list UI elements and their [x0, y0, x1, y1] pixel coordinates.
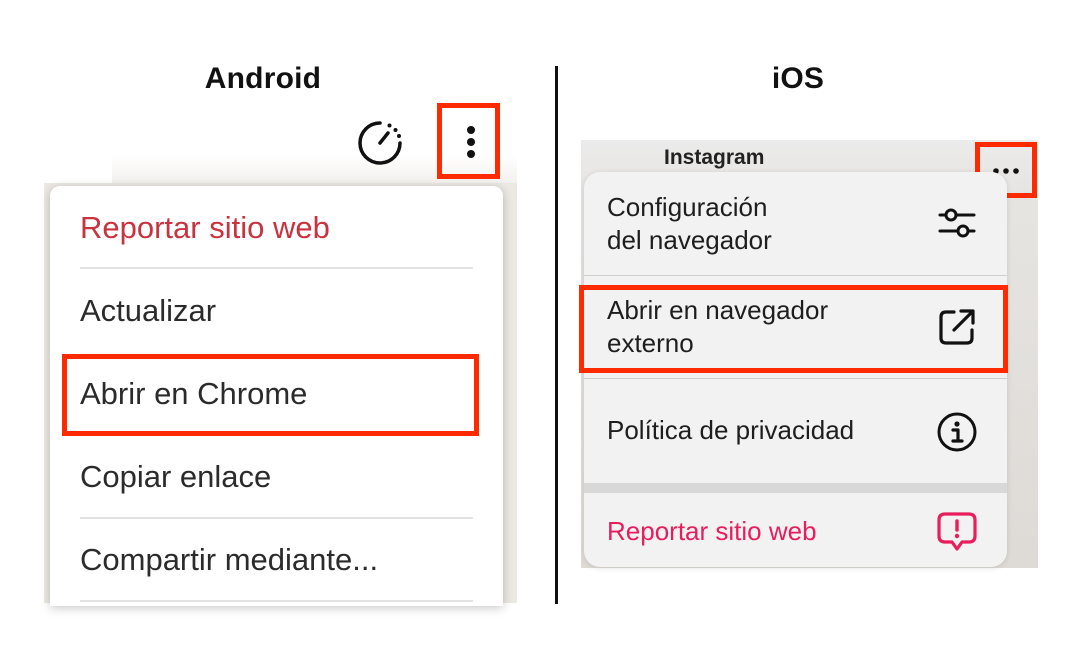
menu-item-share-via[interactable]: Compartir mediante... — [80, 540, 378, 580]
open-external-highlight — [579, 285, 1008, 373]
ios-header-title: Instagram — [664, 146, 765, 169]
android-title: Android — [204, 62, 322, 95]
menu-item-privacy-policy[interactable]: Política de privacidad — [607, 414, 854, 447]
ios-title: iOS — [771, 62, 825, 95]
menu-divider — [584, 275, 1007, 276]
menu-item-report-site-ios[interactable]: Reportar sitio web — [607, 515, 817, 548]
menu-divider — [80, 517, 473, 519]
menu-item-report-site[interactable]: Reportar sitio web — [80, 208, 330, 248]
menu-divider — [584, 378, 1007, 379]
menu-item-browser-settings-line2[interactable]: del navegador — [607, 224, 772, 257]
menu-item-refresh[interactable]: Actualizar — [80, 291, 216, 331]
info-icon — [936, 411, 978, 453]
menu-divider — [80, 267, 473, 269]
more-button-highlight — [437, 103, 500, 179]
menu-section-gap — [584, 483, 1007, 493]
sliders-icon — [937, 202, 977, 242]
report-icon — [936, 510, 978, 554]
menu-item-browser-settings-line1[interactable]: Configuración — [607, 191, 767, 224]
panel-divider — [555, 66, 558, 604]
speedometer-icon[interactable] — [356, 119, 404, 167]
menu-divider — [80, 600, 473, 602]
menu-item-copy-link[interactable]: Copiar enlace — [80, 457, 271, 497]
open-in-chrome-highlight — [62, 354, 479, 436]
